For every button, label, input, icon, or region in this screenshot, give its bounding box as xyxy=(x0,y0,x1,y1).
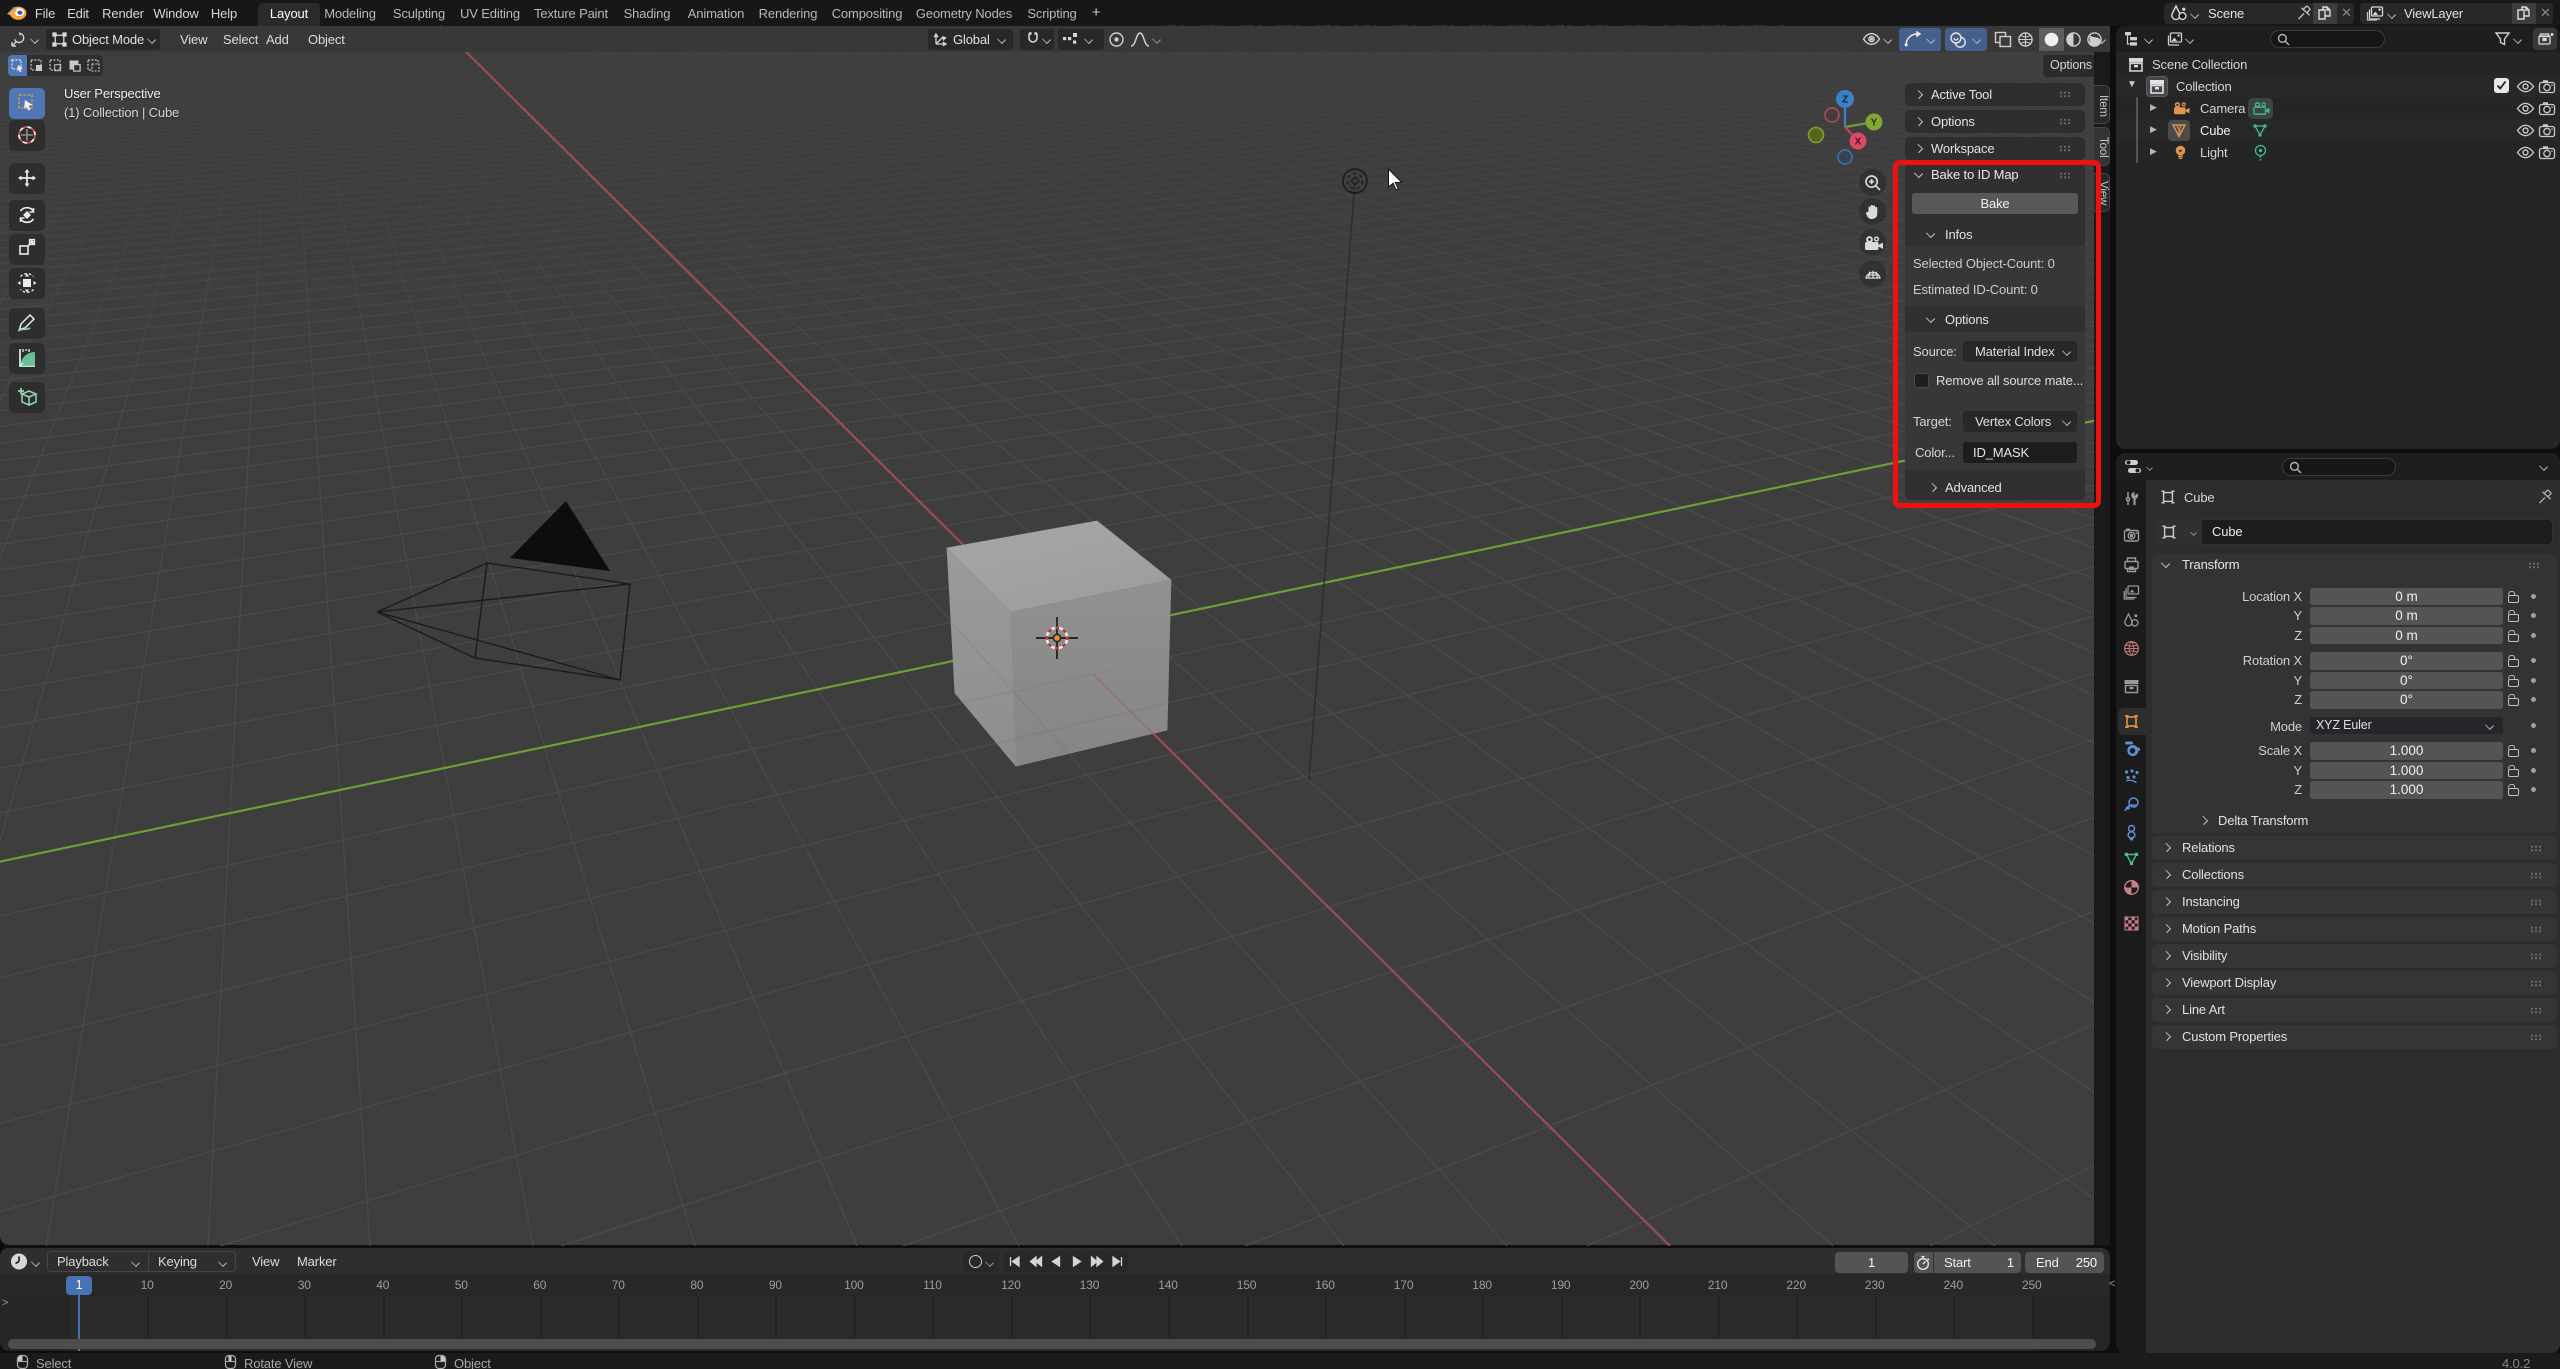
svg-text:Z: Z xyxy=(1842,95,1848,106)
svg-text:X: X xyxy=(1855,137,1862,148)
svg-text:Y: Y xyxy=(1871,118,1878,129)
